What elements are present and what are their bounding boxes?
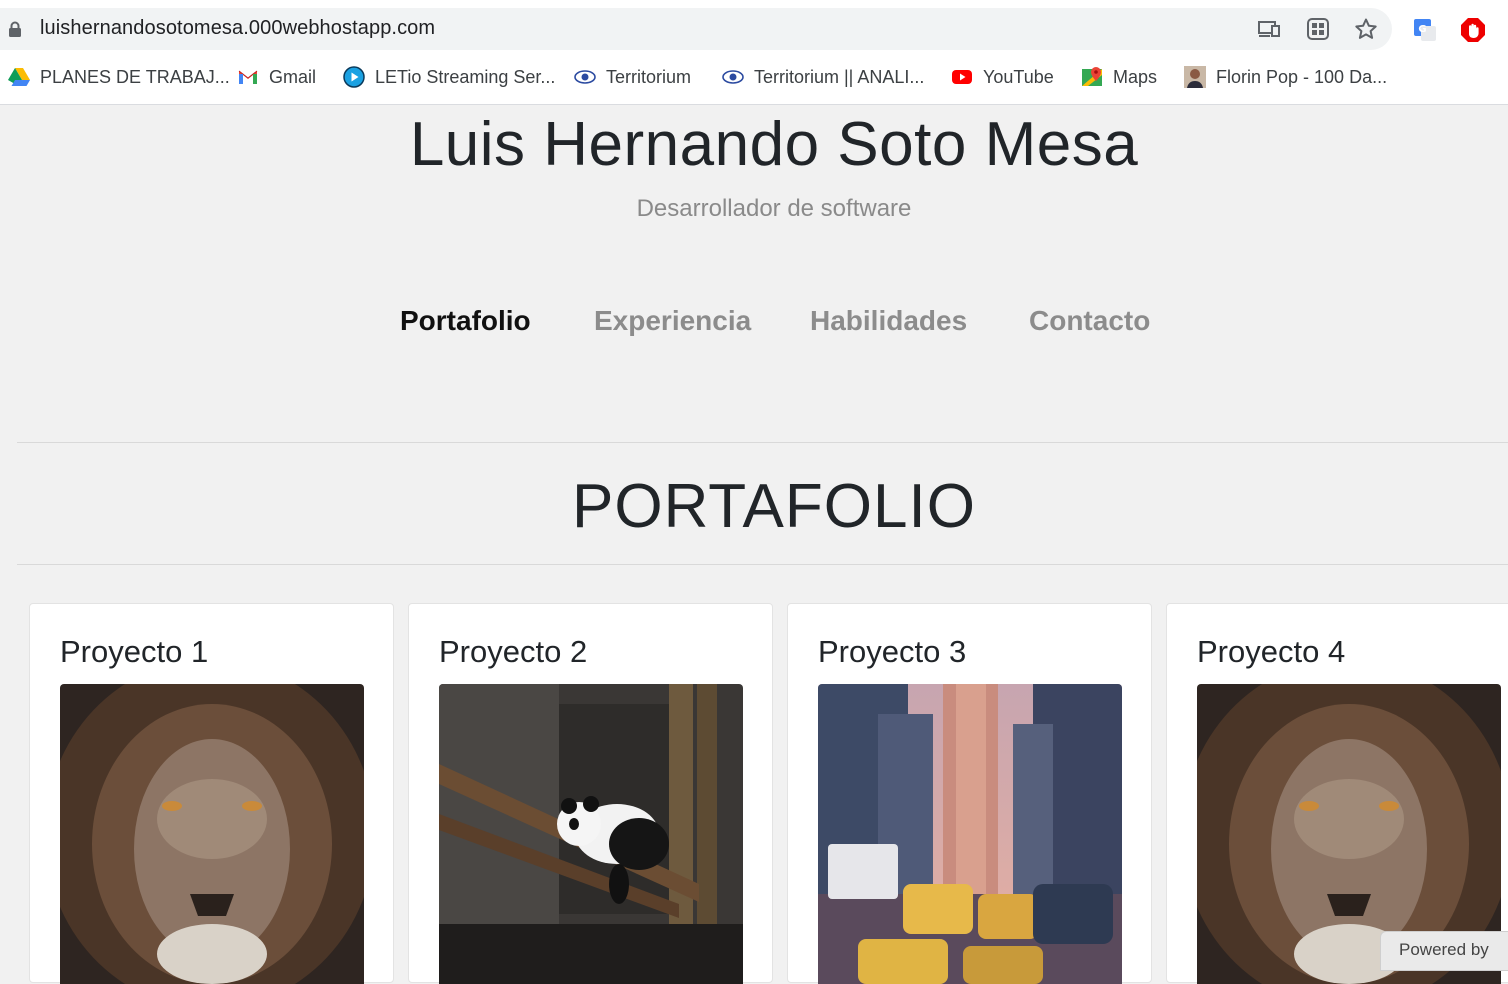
project-card[interactable]: Proyecto 1 (29, 603, 394, 984)
bookmark-territorium-anali[interactable]: Territorium || ANALI... (722, 60, 924, 94)
svg-text:G: G (1418, 24, 1426, 35)
bookmark-territorium[interactable]: Territorium (574, 60, 691, 94)
url-text[interactable]: luishernandosotomesa.000webhostapp.com (40, 17, 435, 40)
nav-experiencia[interactable]: Experiencia (594, 305, 751, 345)
project-card[interactable]: Proyecto 2 (408, 603, 773, 984)
project-title: Proyecto 4 (1197, 634, 1346, 669)
bookmark-maps[interactable]: Maps (1081, 60, 1157, 94)
play-circle-icon (343, 66, 365, 88)
address-bar[interactable]: luishernandosotomesa.000webhostapp.com (0, 8, 1392, 50)
project-image-city-street[interactable] (818, 684, 1122, 984)
site-title: Luis Hernando Soto Mesa (409, 110, 1139, 179)
project-title: Proyecto 3 (818, 634, 967, 669)
divider (17, 442, 1508, 443)
project-image-panda[interactable] (439, 684, 743, 984)
gmail-icon (238, 70, 258, 84)
project-card[interactable]: Proyecto 3 (787, 603, 1152, 984)
project-title: Proyecto 1 (60, 634, 209, 669)
bookmark-planes[interactable]: PLANES DE TRABAJ... (8, 60, 230, 94)
divider (17, 564, 1508, 565)
bookmarks-bar: PLANES DE TRABAJ... Gmail LETio Streamin… (0, 60, 1508, 94)
bookmark-youtube[interactable]: YouTube (951, 60, 1054, 94)
nav-contacto[interactable]: Contacto (1029, 305, 1150, 345)
google-drive-icon (8, 68, 30, 86)
browser-chrome: luishernandosotomesa.000webhostapp.com G… (0, 0, 1508, 105)
section-title: PORTAFOLIO (572, 472, 976, 541)
project-card[interactable]: Proyecto 4 (1166, 603, 1508, 984)
bookmark-letio[interactable]: LETio Streaming Ser... (343, 60, 555, 94)
site-subtitle: Desarrollador de software (636, 195, 912, 222)
youtube-icon (952, 70, 972, 84)
territorium-eye-icon (574, 70, 596, 84)
bookmark-gmail[interactable]: Gmail (237, 60, 316, 94)
bookmark-florin-pop[interactable]: Florin Pop - 100 Da... (1184, 60, 1387, 94)
page-content: Luis Hernando Soto Mesa Desarrollador de… (0, 105, 1508, 984)
nav-habilidades[interactable]: Habilidades (810, 305, 967, 345)
star-icon[interactable] (1354, 17, 1378, 41)
apps-grid-icon[interactable] (1306, 17, 1330, 41)
project-image-lion[interactable] (60, 684, 364, 984)
google-translate-icon[interactable]: G (1412, 17, 1438, 43)
project-title: Proyecto 2 (439, 634, 588, 669)
google-maps-icon (1082, 67, 1102, 86)
avatar-icon (1184, 66, 1206, 88)
cast-icon[interactable] (1257, 17, 1281, 41)
powered-by-badge[interactable]: Powered by (1380, 931, 1508, 971)
adblock-icon[interactable] (1460, 17, 1486, 43)
lock-icon (9, 21, 21, 37)
territorium-eye-icon (722, 70, 744, 84)
nav-portafolio[interactable]: Portafolio (400, 305, 531, 345)
